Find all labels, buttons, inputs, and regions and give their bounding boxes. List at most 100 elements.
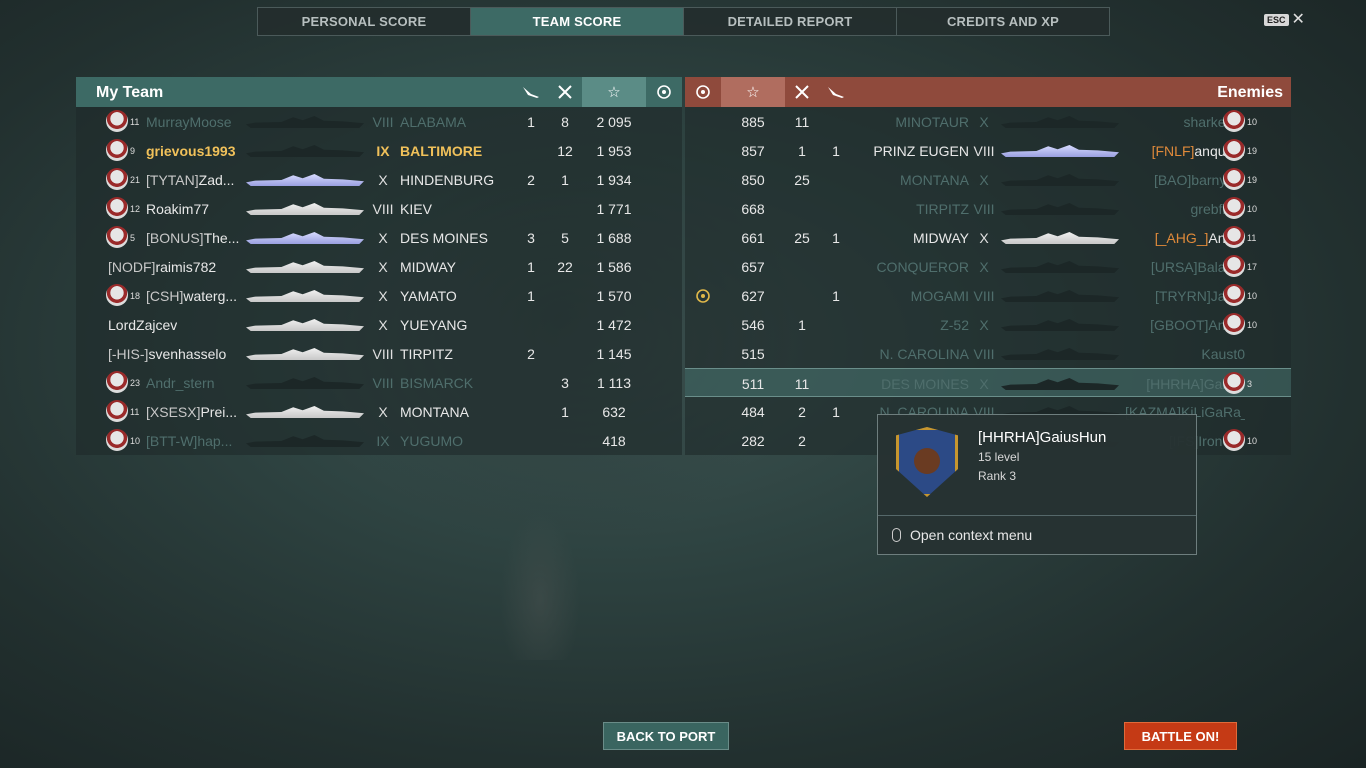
planes-destroyed <box>819 339 853 368</box>
base-xp: 282 <box>741 432 765 449</box>
player-name[interactable]: Kaust0 <box>1201 339 1245 368</box>
base-capture-column-icon[interactable] <box>646 77 682 107</box>
player-nickname: raimis782 <box>155 258 217 275</box>
tooltip-divider <box>878 515 1196 516</box>
xp-column-icon[interactable]: ☆ <box>582 77 646 107</box>
ship-tier: VIII <box>372 374 394 391</box>
planes-destroyed <box>819 194 853 223</box>
open-context-menu-hint[interactable]: Open context menu <box>910 527 1032 543</box>
planes-destroyed: 1 <box>527 258 535 275</box>
enemy-row[interactable]: 51111DES MOINESX[HHRHA]Gaiu...3 <box>685 368 1291 397</box>
base-capture-column-icon[interactable] <box>685 77 721 107</box>
ships-destroyed: 2 <box>798 403 806 420</box>
rank-icon <box>106 284 128 306</box>
rank-icon <box>106 226 128 248</box>
rank-icon <box>1223 284 1245 306</box>
planes-column-icon[interactable] <box>514 77 548 107</box>
team-row[interactable]: 21 [TYTAN] Zad... X HINDENBURG 2 1 1 934 <box>76 165 682 194</box>
clan-tag: [HHRHA] <box>1146 375 1204 392</box>
enemy-row[interactable]: 850 25 MONTANA X [BAO] barnys... 19 <box>685 165 1291 194</box>
clan-tag: [TYTAN] <box>146 171 199 188</box>
clan-tag: [GBOOT] <box>1150 316 1209 333</box>
planes-destroyed <box>819 310 853 339</box>
my-team-title: My Team <box>96 84 164 101</box>
back-to-port-button[interactable]: BACK TO PORT <box>603 722 729 750</box>
rank-number: 3 <box>1247 378 1253 389</box>
team-row[interactable]: 11 MurrayMoose VIII ALABAMA 1 8 2 095 <box>76 107 682 136</box>
planes-destroyed <box>514 397 548 426</box>
clan-tag: [NODF] <box>108 258 156 275</box>
team-row[interactable]: 23 Andr_stern VIII BISMARCK 3 1 113 <box>76 368 682 397</box>
clan-tag: [_AHG_] <box>1154 229 1209 246</box>
ship-name: MOGAMI <box>910 287 969 304</box>
player-name[interactable]: MurrayMoose <box>146 107 232 136</box>
team-row[interactable]: 10 [BTT-W] hap... IX YUGUMO 418 <box>76 426 682 455</box>
player-name[interactable]: LordZajcev <box>108 310 177 339</box>
ship-name: KIEV <box>400 200 432 217</box>
tab-team-score[interactable]: TEAM SCORE <box>471 8 684 35</box>
esc-key-icon: ESC <box>1264 14 1289 26</box>
ship-tier: X <box>979 171 989 188</box>
player-name[interactable]: [CSH] waterg... <box>146 281 237 310</box>
ship-tier: X <box>979 316 989 333</box>
enemy-row[interactable]: 857 1 1 PRINZ EUGEN VIII [FNLF] anque... 19 <box>685 136 1291 165</box>
rank-icon <box>1223 255 1245 277</box>
ship-silhouette-icon <box>246 261 364 273</box>
player-nickname: svenhasselo <box>148 345 227 362</box>
ship-silhouette-icon <box>246 319 364 331</box>
player-nickname: MurrayMoose <box>146 113 232 130</box>
enemy-row[interactable]: 885 11 MINOTAUR Xsharkeu... 10 <box>685 107 1291 136</box>
team-row[interactable]: [NODF] raimis782 X MIDWAY 1 22 1 586 <box>76 252 682 281</box>
player-nickname: The... <box>203 229 240 246</box>
enemy-row[interactable]: 668 TIRPITZ VIII grebflo... 10 <box>685 194 1291 223</box>
tab-credits-and-xp[interactable]: CREDITS AND XP <box>897 8 1109 35</box>
rank-icon <box>106 197 128 219</box>
player-name[interactable]: [BONUS] The... <box>146 223 239 252</box>
enemy-row[interactable]: 515 N. CAROLINA VIII Kaust0 <box>685 339 1291 368</box>
enemy-row[interactable]: 6271MOGAMIVIII[TRYRN]Jan...10 <box>685 281 1291 310</box>
team-row[interactable]: 12 Roakim77 VIII KIEV 1 771 <box>76 194 682 223</box>
rank-number: 10 <box>1247 116 1258 127</box>
team-row[interactable]: 5 [BONUS] The... X DES MOINES 3 5 1 688 <box>76 223 682 252</box>
enemy-row[interactable]: 5461Z-52X[GBOOT]And...10 <box>685 310 1291 339</box>
planes-destroyed <box>819 426 853 455</box>
rank-icon <box>1223 168 1245 190</box>
ship-tier: IX <box>376 142 390 159</box>
tab-personal-score[interactable]: PERSONAL SCORE <box>258 8 471 35</box>
tab-detailed-report[interactable]: DETAILED REPORT <box>684 8 897 35</box>
kills-column-icon[interactable] <box>785 77 819 107</box>
ship-silhouette-icon <box>1001 378 1119 390</box>
ship-tier: VIII <box>372 345 394 362</box>
close-button[interactable]: ESC ✕ <box>1264 12 1305 28</box>
player-name[interactable]: [TYTAN] Zad... <box>146 165 234 194</box>
player-name[interactable]: [NODF] raimis782 <box>108 252 216 281</box>
rank-number: 10 <box>1247 435 1258 446</box>
xp-column-icon[interactable]: ☆ <box>721 77 785 107</box>
base-xp: 661 <box>741 229 765 246</box>
team-row[interactable]: 18 [CSH] waterg... X YAMATO 1 1 570 <box>76 281 682 310</box>
team-row[interactable]: 9 grievous1993 IX BALTIMORE 12 1 953 <box>76 136 682 165</box>
rank-number: 11 <box>130 116 140 127</box>
rank-icon <box>106 429 128 451</box>
player-name[interactable]: [BTT-W] hap... <box>146 426 232 455</box>
base-xp: 850 <box>741 171 765 188</box>
team-row[interactable]: [-HIS-] svenhasselo VIII TIRPITZ 2 1 145 <box>76 339 682 368</box>
player-name[interactable]: Roakim77 <box>146 194 209 223</box>
enemy-row[interactable]: 657 CONQUEROR X [URSA] Balab... 17 <box>685 252 1291 281</box>
ships-destroyed: 1 <box>798 316 806 333</box>
ships-destroyed <box>548 194 582 223</box>
kills-column-icon[interactable] <box>548 77 582 107</box>
ship-tier: IX <box>376 432 390 449</box>
planes-destroyed <box>514 194 548 223</box>
battle-on-button[interactable]: BATTLE ON! <box>1124 722 1237 750</box>
team-row[interactable]: 11 [XSESX] Prei... X MONTANA 1 632 <box>76 397 682 426</box>
enemy-row[interactable]: 661251MIDWAYX[_AHG_]And...11 <box>685 223 1291 252</box>
player-name[interactable]: [XSESX] Prei... <box>146 397 237 426</box>
ship-name: BISMARCK <box>400 374 474 391</box>
player-name[interactable]: grievous1993 <box>146 136 236 165</box>
player-name[interactable]: [-HIS-] svenhasselo <box>108 339 226 368</box>
planes-destroyed <box>514 310 548 339</box>
planes-column-icon[interactable] <box>819 77 853 107</box>
team-row[interactable]: LordZajcev X YUEYANG 1 472 <box>76 310 682 339</box>
player-name[interactable]: Andr_stern <box>146 368 214 397</box>
